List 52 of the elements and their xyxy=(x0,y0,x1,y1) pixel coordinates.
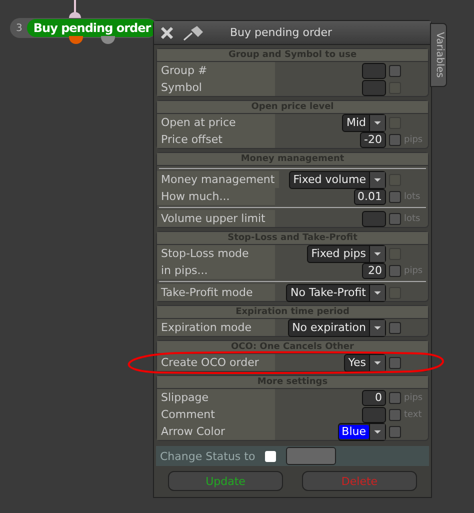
checkbox[interactable] xyxy=(265,450,276,462)
side-tab[interactable]: Variables xyxy=(430,23,447,87)
checkbox[interactable] xyxy=(389,408,401,420)
checkbox[interactable] xyxy=(389,264,401,276)
checkbox[interactable] xyxy=(389,212,401,224)
field-label: Take-Profit mode xyxy=(157,284,275,301)
output-port-icon[interactable] xyxy=(69,36,83,44)
input-field[interactable] xyxy=(362,406,386,422)
input-field[interactable] xyxy=(362,80,386,96)
dropdown[interactable]: Fixed volume xyxy=(289,170,386,188)
field-label: Group # xyxy=(157,62,275,79)
output-port-icon[interactable] xyxy=(101,36,115,44)
field-label: Stop-Loss mode xyxy=(157,245,275,262)
input-field[interactable]: 20 xyxy=(362,262,386,278)
checkbox[interactable] xyxy=(389,322,401,334)
checkbox[interactable] xyxy=(389,392,401,404)
node-number: 3 xyxy=(15,22,24,34)
field-label: How much... xyxy=(157,188,275,205)
caret-icon xyxy=(369,114,385,130)
caret-icon xyxy=(369,172,385,188)
caret-icon xyxy=(369,246,385,262)
dropdown[interactable]: Mid xyxy=(342,114,386,132)
input-field[interactable]: 0.01 xyxy=(354,188,386,204)
field-label: Money management xyxy=(157,171,279,188)
checkbox[interactable] xyxy=(389,426,401,438)
dropdown[interactable]: Yes xyxy=(344,354,386,372)
checkbox[interactable] xyxy=(389,134,401,146)
input-field[interactable] xyxy=(362,62,386,78)
checkbox[interactable] xyxy=(389,356,401,368)
field-label: Create OCO order xyxy=(157,354,275,371)
field-label: Comment xyxy=(157,406,275,423)
input-field[interactable] xyxy=(286,447,336,465)
window-title: Buy pending order xyxy=(230,26,332,39)
dropdown[interactable]: Fixed pips xyxy=(307,244,386,262)
dropdown[interactable]: No expiration xyxy=(288,318,386,336)
dropdown[interactable]: No Take-Profit xyxy=(286,284,386,302)
input-field[interactable]: -20 xyxy=(360,132,386,148)
input-field[interactable] xyxy=(362,210,386,226)
status-label: Change Status to xyxy=(160,450,256,462)
field-label: Slippage xyxy=(157,389,275,406)
field-label: Expiration mode xyxy=(157,319,275,336)
checkbox[interactable] xyxy=(389,64,401,76)
field-label: Symbol xyxy=(157,79,275,96)
dropdown[interactable]: Blue xyxy=(338,422,386,440)
checkbox[interactable] xyxy=(389,190,401,202)
input-field[interactable]: 0 xyxy=(362,390,386,406)
field-label: Open at price xyxy=(157,114,275,131)
field-label: Price offset xyxy=(157,131,275,148)
close-icon[interactable] xyxy=(160,26,174,40)
field-label: Arrow Color xyxy=(157,423,275,440)
field-label: Volume upper limit xyxy=(157,210,275,227)
field-label: in pips... xyxy=(157,262,275,279)
